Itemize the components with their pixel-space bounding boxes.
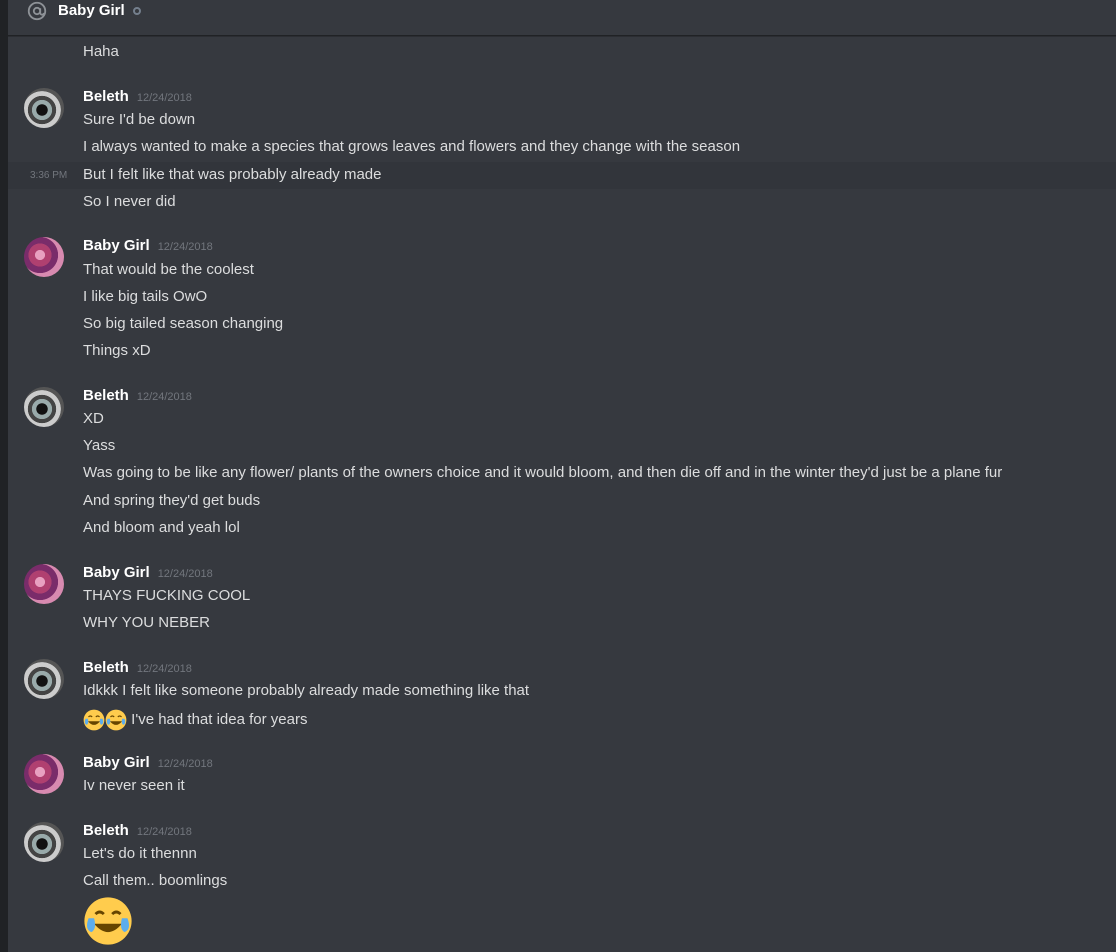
message-text: THAYS FUCKING COOL <box>83 587 251 604</box>
message-text: Let's do it thennn <box>83 845 197 862</box>
message-text: I always wanted to make a species that g… <box>83 138 741 155</box>
message-text: XD <box>83 410 104 427</box>
chat-window: Baby Girl Haha Beleth 12/24/2018 Sure I'd… <box>0 0 1116 952</box>
message-author[interactable]: Beleth 12/24/2018 <box>83 659 192 678</box>
message-text: Call them.. boomlings <box>83 872 228 889</box>
message-author[interactable]: Beleth 12/24/2018 <box>83 822 192 841</box>
channel-header: Baby Girl <box>8 0 1116 36</box>
avatar[interactable] <box>24 387 64 427</box>
message-timestamp: 12/24/2018 <box>157 758 213 770</box>
message-timestamp: 12/24/2018 <box>136 391 192 403</box>
message-text: Sure I'd be down <box>83 111 196 128</box>
message-text: Was going to be like any flower/ plants … <box>83 464 1003 481</box>
message-text: So big tailed season changing <box>83 315 284 332</box>
jumbo-emoji <box>83 896 133 951</box>
message-text: That would be the coolest <box>83 261 254 278</box>
message-timestamp: 12/24/2018 <box>157 241 213 253</box>
message-list[interactable]: Haha Beleth 12/24/2018 Sure I'd be down I… <box>8 36 1116 952</box>
message-text: But I felt like that was probably alread… <box>83 166 382 183</box>
message-timestamp: 12/24/2018 <box>136 663 192 675</box>
message-text: Things xD <box>83 342 151 359</box>
status-icon <box>132 6 141 15</box>
message-text: I've had that idea for years <box>131 710 308 728</box>
avatar[interactable] <box>24 237 64 277</box>
message-text: WHY YOU NEBER <box>83 614 210 631</box>
message-author[interactable]: Baby Girl 12/24/2018 <box>83 754 213 773</box>
at-icon <box>27 1 47 20</box>
message-line-with-emoji: I've had that idea for years <box>83 709 307 731</box>
message-text: I like big tails OwO <box>83 288 208 305</box>
message-text: Haha <box>83 43 119 60</box>
message-author[interactable]: Beleth 12/24/2018 <box>83 88 192 107</box>
avatar[interactable] <box>24 88 64 128</box>
message-text: Idkkk I felt like someone probably alrea… <box>83 682 530 699</box>
joy-emoji-icon[interactable] <box>83 709 105 731</box>
message-timestamp: 12/24/2018 <box>136 92 192 104</box>
message-timestamp: 12/24/2018 <box>157 568 213 580</box>
avatar[interactable] <box>24 564 64 604</box>
hover-timestamp: 3:36 PM <box>30 170 68 181</box>
avatar[interactable] <box>24 822 64 862</box>
message-author[interactable]: Baby Girl 12/24/2018 <box>83 564 213 583</box>
avatar[interactable] <box>24 659 64 699</box>
joy-emoji-icon[interactable] <box>105 709 127 731</box>
message-text: Yass <box>83 437 116 454</box>
message-text: And spring they'd get buds <box>83 492 261 509</box>
message-timestamp: 12/24/2018 <box>136 826 192 838</box>
message-text: Iv never seen it <box>83 777 185 794</box>
avatar[interactable] <box>24 754 64 794</box>
header-title[interactable]: Baby Girl <box>58 2 125 19</box>
message-author[interactable]: Baby Girl 12/24/2018 <box>83 237 213 256</box>
message-author[interactable]: Beleth 12/24/2018 <box>83 387 192 406</box>
joy-emoji-icon[interactable] <box>83 896 133 946</box>
message-text: And bloom and yeah lol <box>83 519 240 536</box>
message-text: So I never did <box>83 193 176 210</box>
